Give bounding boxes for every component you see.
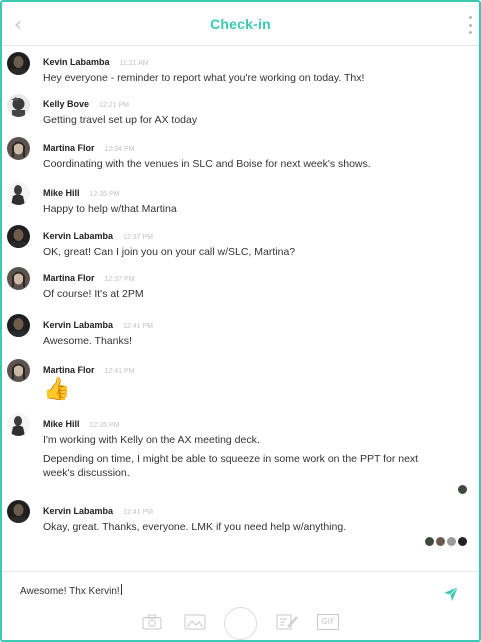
avatar[interactable]: [7, 225, 30, 248]
message-meta: Martina Flor 12:37 PM: [43, 273, 134, 283]
capture-button[interactable]: [224, 607, 257, 640]
message-meta: Kervin Labamba 12:41 PM: [43, 320, 153, 330]
message-meta: Martina Flor 12:34 PM: [43, 143, 134, 153]
camera-icon[interactable]: [142, 614, 162, 630]
sender-name[interactable]: Kervin Labamba: [43, 231, 113, 241]
sender-name[interactable]: Kevin Labamba: [43, 57, 110, 67]
message-input-value: Awesome! Thx Kervin!: [20, 586, 120, 597]
timestamp: 12:35 PM: [89, 191, 120, 198]
message-text: Getting travel set up for AX today: [43, 114, 198, 126]
timestamp: 12:41 PM: [123, 323, 153, 330]
chevron-left-icon[interactable]: ‹: [8, 14, 28, 34]
message-meta: Kervin Labamba 12:37 PM: [43, 231, 153, 241]
reader-avatar: [458, 485, 467, 494]
message-text: Of course! It's at 2PM: [43, 288, 144, 300]
timestamp: 12:41 PM: [104, 368, 135, 375]
page-title: Check-in: [210, 15, 271, 32]
timestamp: 12:37 PM: [123, 234, 153, 241]
composer-toolbar: GIF: [2, 605, 479, 640]
avatar[interactable]: [7, 413, 30, 436]
message-text: Depending on time, I might be able to sq…: [43, 453, 419, 479]
message-meta: Martina Flor 12:41 PM: [43, 365, 134, 375]
sender-name[interactable]: Kelly Bove: [43, 99, 89, 109]
thumbs-up-emoji: 👍: [43, 376, 71, 401]
avatar[interactable]: [7, 94, 30, 117]
message-text: OK, great! Can I join you on your call w…: [43, 246, 296, 258]
avatar[interactable]: [7, 52, 30, 75]
avatar[interactable]: [7, 267, 30, 290]
message-text: Happy to help w/that Martina: [43, 203, 177, 215]
message-text: Okay, great. Thanks, everyone. LMK if yo…: [43, 521, 347, 533]
message-meta: Kevin Labamba 11:21 AM: [43, 57, 149, 67]
header: ‹ Check-in: [2, 2, 479, 46]
send-icon[interactable]: [443, 586, 459, 602]
sender-name[interactable]: Kervin Labamba: [43, 506, 113, 516]
message-feed: Kevin Labamba 11:21 AM Hey everyone - re…: [2, 46, 479, 571]
reader-avatar: [436, 537, 445, 546]
avatar[interactable]: [7, 359, 30, 382]
avatar[interactable]: [7, 500, 30, 523]
sender-name[interactable]: Mike Hill: [43, 188, 80, 198]
timestamp: 12:34 PM: [104, 146, 135, 153]
sender-name[interactable]: Martina Flor: [43, 273, 95, 283]
sender-name[interactable]: Kervin Labamba: [43, 320, 113, 330]
sender-name[interactable]: Martina Flor: [43, 365, 95, 375]
message-text: I'm working with Kelly on the AX meeting…: [43, 434, 260, 446]
message-meta: Mike Hill 12:35 PM: [43, 188, 119, 198]
message-text: Coordinating with the venues in SLC and …: [43, 158, 371, 170]
sender-name[interactable]: Mike Hill: [43, 419, 80, 429]
message-meta: Kervin Labamba 12:41 PM: [43, 506, 153, 516]
timestamp: 12:37 PM: [104, 276, 135, 283]
message-input[interactable]: Awesome! Thx Kervin!: [20, 584, 122, 597]
avatar[interactable]: [7, 137, 30, 160]
message-meta: Kelly Bove 12:21 PM: [43, 99, 129, 109]
read-receipts: [458, 485, 467, 494]
timestamp: 12:21 PM: [99, 102, 129, 109]
app-window: ‹ Check-in Kevin Labamba 11:21 AM Hey ev…: [0, 0, 481, 642]
timestamp: 12:41 PM: [123, 509, 153, 516]
timestamp: 12:35 PM: [89, 422, 120, 429]
gif-icon[interactable]: GIF: [317, 614, 339, 630]
timestamp: 11:21 AM: [119, 60, 149, 67]
reader-avatar: [458, 537, 467, 546]
sender-name[interactable]: Martina Flor: [43, 143, 95, 153]
avatar[interactable]: [7, 314, 30, 337]
read-receipts: [425, 537, 467, 546]
message-text: Awesome. Thanks!: [43, 335, 132, 347]
reader-avatar: [447, 537, 456, 546]
message-text: Hey everyone - reminder to report what y…: [43, 72, 365, 84]
more-vertical-icon[interactable]: [467, 16, 473, 34]
composer: Awesome! Thx Kervin! GIF: [2, 571, 479, 640]
avatar[interactable]: [7, 182, 30, 205]
edit-icon[interactable]: [276, 614, 298, 630]
image-icon[interactable]: [184, 614, 206, 630]
message-meta: Mike Hill 12:35 PM: [43, 419, 119, 429]
reader-avatar: [425, 537, 434, 546]
